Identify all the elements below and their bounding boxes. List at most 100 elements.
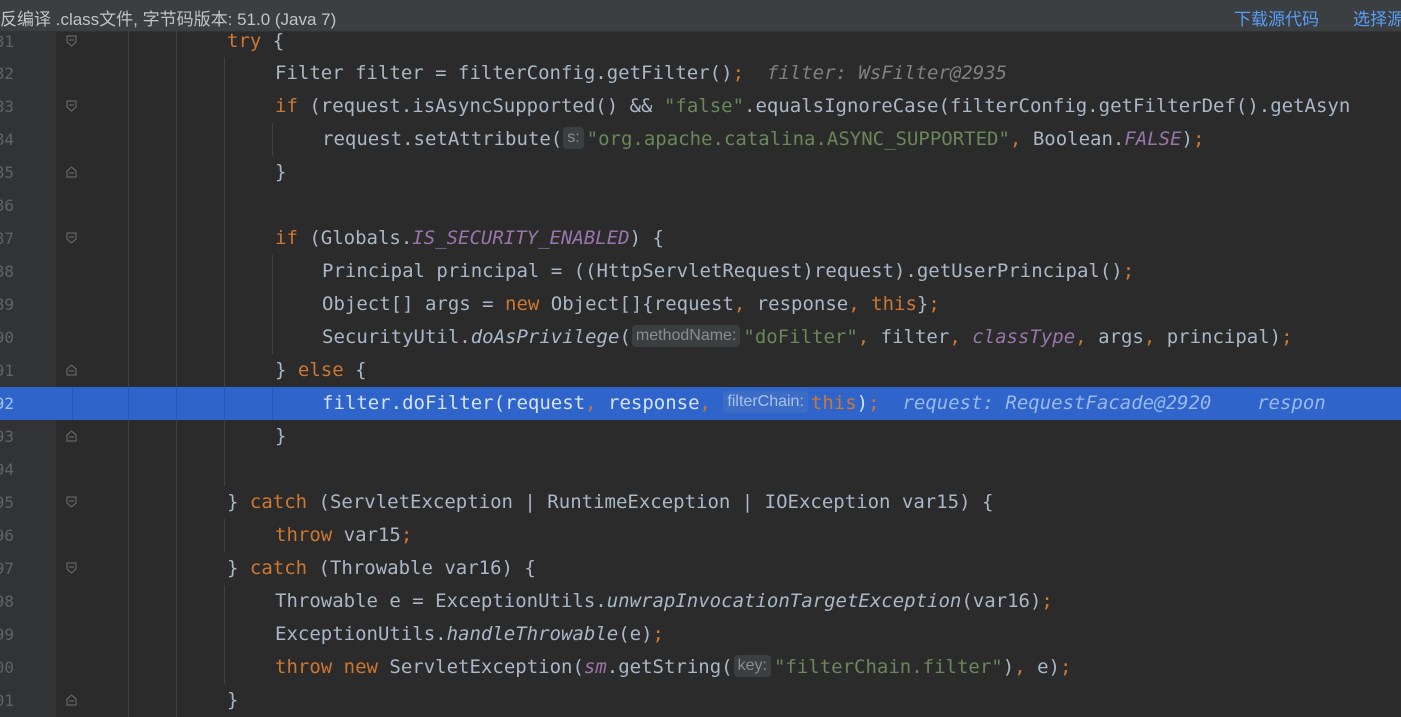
code-text: try { — [227, 31, 285, 52]
indent-guide — [128, 321, 129, 354]
code-line: 485 } — [0, 156, 1401, 189]
line-number: 482 — [0, 64, 14, 83]
indent-guide — [176, 651, 177, 684]
code-text: filter.doFilter(request, response, filte… — [322, 390, 1326, 414]
indent-guide — [128, 90, 129, 123]
indent-guide — [224, 453, 225, 486]
fold-close-icon[interactable] — [66, 166, 77, 178]
indent-guide — [128, 684, 129, 717]
indent-guide — [272, 288, 273, 321]
indent-guide — [272, 255, 273, 288]
parameter-hint: methodName: — [631, 324, 741, 347]
indent-guide — [224, 288, 225, 321]
code-text: } catch (ServletException | RuntimeExcep… — [227, 491, 994, 513]
parameter-hint: s: — [563, 126, 584, 149]
indent-guide — [272, 321, 273, 354]
indent-guide — [128, 31, 129, 58]
code-line: 489 Object[] args = new Object[]{request… — [0, 288, 1401, 321]
indent-guide — [224, 156, 225, 189]
indent-guide — [176, 552, 177, 585]
fold-close-icon[interactable] — [66, 430, 77, 442]
indent-guide — [176, 222, 177, 255]
fold-open-icon[interactable] — [66, 100, 77, 112]
line-number: 499 — [0, 625, 14, 644]
code-line: 498 Throwable e = ExceptionUtils.unwrapI… — [0, 585, 1401, 618]
indent-guide — [128, 618, 129, 651]
code-line: 490 SecurityUtil.doAsPrivilege(methodNam… — [0, 321, 1401, 354]
choose-sources-link[interactable]: 选择源 — [1353, 5, 1401, 30]
indent-guide — [128, 189, 129, 222]
parameter-hint: filterChain: — [723, 390, 808, 413]
line-number: 488 — [0, 262, 14, 281]
indent-guide — [128, 453, 129, 486]
code-line: 499 ExceptionUtils.handleThrowable(e); — [0, 618, 1401, 651]
debug-value-hint: filter: WsFilter@2935 — [766, 62, 1008, 84]
line-number: 487 — [0, 229, 14, 248]
indent-guide — [224, 387, 225, 420]
code-editor[interactable]: 481 try { 482 Filter filter = filterConf… — [0, 31, 1401, 717]
code-line: 486 — [0, 189, 1401, 222]
code-text: } else { — [275, 359, 367, 381]
fold-open-icon[interactable] — [66, 562, 77, 574]
code-line: 495 } catch (ServletException | RuntimeE… — [0, 486, 1401, 519]
decompiled-class-info: 反编译 .class文件, 字节码版本: 51.0 (Java 7) — [0, 10, 337, 29]
code-line: 488 Principal principal = ((HttpServletR… — [0, 255, 1401, 288]
indent-guide — [272, 123, 273, 156]
indent-guide — [176, 354, 177, 387]
code-line: 494 — [0, 453, 1401, 486]
code-text: if (Globals.IS_SECURITY_ENABLED) { — [275, 227, 664, 249]
indent-guide — [128, 57, 129, 90]
indent-guide — [224, 222, 225, 255]
line-number: 491 — [0, 361, 14, 380]
indent-guide — [128, 519, 129, 552]
fold-close-icon[interactable] — [66, 694, 77, 706]
line-number: 490 — [0, 328, 14, 347]
indent-guide — [128, 651, 129, 684]
fold-open-icon[interactable] — [66, 496, 77, 508]
code-line: 501 } — [0, 684, 1401, 717]
code-text: } catch (Throwable var16) { — [227, 557, 536, 579]
indent-guide — [224, 618, 225, 651]
fold-open-icon[interactable] — [66, 232, 77, 244]
code-line: 500 throw new ServletException(sm.getStr… — [0, 651, 1401, 684]
indent-guide — [224, 255, 225, 288]
fold-close-icon[interactable] — [66, 364, 77, 376]
indent-guide — [224, 420, 225, 453]
line-number: 493 — [0, 427, 14, 446]
code-text: SecurityUtil.doAsPrivilege(methodName: "d… — [322, 324, 1293, 348]
code-text: ExceptionUtils.handleThrowable(e); — [275, 623, 664, 645]
indent-guide — [176, 255, 177, 288]
indent-guide — [224, 189, 225, 222]
indent-guide — [176, 684, 177, 717]
indent-guide — [128, 486, 129, 519]
indent-guide — [224, 585, 225, 618]
line-number: 500 — [0, 658, 14, 677]
code-text: Principal principal = ((HttpServletReque… — [322, 260, 1135, 282]
indent-guide — [128, 552, 129, 585]
indent-guide — [176, 123, 177, 156]
indent-guide — [224, 354, 225, 387]
indent-guide — [176, 57, 177, 90]
code-text: } — [275, 161, 287, 183]
indent-guide — [128, 123, 129, 156]
line-number: 497 — [0, 559, 14, 578]
line-number: 494 — [0, 460, 14, 479]
decompiler-banner: 反编译 .class文件, 字节码版本: 51.0 (Java 7) 下载源代码… — [0, 0, 1401, 32]
indent-guide — [128, 420, 129, 453]
code-text: throw new ServletException(sm.getString(… — [275, 654, 1072, 678]
debug-value-hint: request: RequestFacade@2920 respon — [902, 392, 1326, 414]
code-text: Object[] args = new Object[]{request, re… — [322, 293, 940, 315]
fold-open-icon[interactable] — [66, 35, 77, 47]
line-number: 496 — [0, 526, 14, 545]
indent-guide — [176, 387, 177, 420]
code-line: 483 if (request.isAsyncSupported() && "f… — [0, 90, 1401, 123]
current-execution-line: 492 filter.doFilter(request, response, f… — [0, 387, 1401, 420]
indent-guide — [176, 321, 177, 354]
code-text: request.setAttribute(s: "org.apache.catal… — [322, 126, 1205, 150]
line-number: 486 — [0, 196, 14, 215]
code-line: 487 if (Globals.IS_SECURITY_ENABLED) { — [0, 222, 1401, 255]
code-line: 497 } catch (Throwable var16) { — [0, 552, 1401, 585]
indent-guide — [176, 453, 177, 486]
indent-guide — [224, 519, 225, 552]
download-sources-link[interactable]: 下载源代码 — [1234, 5, 1319, 30]
